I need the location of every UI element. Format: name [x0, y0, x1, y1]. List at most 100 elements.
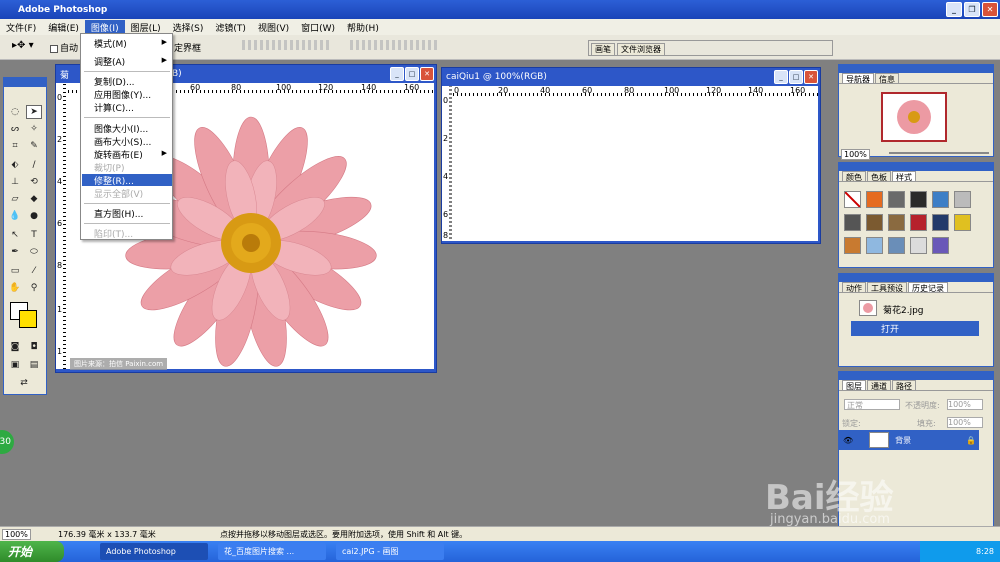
menu-item-adjust[interactable]: 调整(A): [94, 55, 125, 68]
paint-bucket-icon[interactable]: ◆: [26, 192, 42, 206]
healing-brush-icon[interactable]: ⬖: [7, 158, 23, 172]
slice-tool-icon[interactable]: ✎: [26, 139, 42, 153]
restore-button[interactable]: ❐: [964, 2, 980, 17]
lasso-tool-icon[interactable]: ᔕ: [7, 122, 23, 136]
style-swatch[interactable]: [888, 191, 905, 208]
path-select-icon[interactable]: ↖: [7, 228, 23, 242]
menu-item-rotate-canvas[interactable]: 旋转画布(E): [94, 148, 143, 161]
start-button[interactable]: 开始: [0, 541, 64, 562]
clone-stamp-icon[interactable]: ⊥: [7, 175, 23, 189]
crop-tool-icon[interactable]: ⌗: [7, 139, 23, 153]
doc2-maximize-button[interactable]: □: [789, 70, 803, 84]
zoom-tool-icon[interactable]: ⚲: [26, 281, 42, 295]
tab-layers[interactable]: 图层: [842, 380, 866, 391]
move-tool-icon[interactable]: ➤: [26, 105, 42, 119]
background-color[interactable]: [19, 310, 37, 328]
opacity-field[interactable]: 100%: [947, 399, 983, 410]
style-swatch[interactable]: [888, 214, 905, 231]
menu-item-calculations[interactable]: 计算(C)...: [94, 101, 134, 114]
standard-mode-icon[interactable]: ◙: [7, 340, 23, 354]
doc1-maximize-button[interactable]: □: [405, 67, 419, 81]
history-brush-icon[interactable]: ⟲: [26, 175, 42, 189]
task-photoshop[interactable]: Adobe Photoshop: [100, 543, 208, 560]
style-swatch[interactable]: [888, 237, 905, 254]
pen-tool-icon[interactable]: ✒: [7, 245, 23, 259]
menu-edit[interactable]: 编辑(E): [42, 20, 85, 35]
doc1-minimize-button[interactable]: _: [390, 67, 404, 81]
jump-to-imageready-icon[interactable]: ⇄: [16, 376, 32, 390]
dodge-tool-icon[interactable]: ●: [26, 209, 42, 223]
style-swatch[interactable]: [844, 214, 861, 231]
layer-name[interactable]: 背景: [895, 435, 911, 446]
style-swatch[interactable]: [954, 214, 971, 231]
menu-help[interactable]: 帮助(H): [341, 20, 385, 35]
doc2-canvas[interactable]: [452, 96, 818, 241]
tab-styles[interactable]: 样式: [892, 171, 916, 182]
style-swatch[interactable]: [910, 237, 927, 254]
menu-item-image-size[interactable]: 图像大小(I)...: [94, 122, 148, 135]
marquee-tool-icon[interactable]: ◌: [7, 105, 23, 119]
style-swatch[interactable]: [910, 191, 927, 208]
hand-tool-icon[interactable]: ✋: [7, 281, 23, 295]
doc1-close-button[interactable]: ✕: [420, 67, 434, 81]
menu-item-apply-image[interactable]: 应用图像(Y)...: [94, 88, 151, 101]
menu-item-mode[interactable]: 模式(M): [94, 37, 127, 50]
menu-item-histogram[interactable]: 直方图(H)...: [94, 207, 143, 220]
menu-select[interactable]: 选择(S): [167, 20, 210, 35]
fullscreen-mode-icon[interactable]: ▤: [26, 358, 42, 372]
menu-file[interactable]: 文件(F): [0, 20, 42, 35]
tab-history[interactable]: 历史记录: [908, 282, 948, 293]
menu-item-trim[interactable]: 修整(R)...: [82, 174, 172, 187]
quickmask-mode-icon[interactable]: ◘: [26, 340, 42, 354]
menu-item-duplicate[interactable]: 复制(D)...: [94, 75, 135, 88]
tab-actions[interactable]: 动作: [842, 282, 866, 293]
style-swatch[interactable]: [866, 214, 883, 231]
tab-navigator[interactable]: 导航器: [842, 73, 874, 84]
tab-paths[interactable]: 路径: [892, 380, 916, 391]
style-swatch[interactable]: [910, 214, 927, 231]
menu-window[interactable]: 窗口(W): [295, 20, 341, 35]
style-swatch[interactable]: [932, 237, 949, 254]
task-paint[interactable]: cai2.JPG - 画图: [336, 543, 444, 560]
brush-tool-icon[interactable]: ∕: [26, 158, 42, 172]
tab-channels[interactable]: 通道: [867, 380, 891, 391]
task-baidu-search[interactable]: 花_百度图片搜索 ...: [218, 543, 326, 560]
history-snapshot-name[interactable]: 菊花2.jpg: [883, 303, 924, 316]
auto-select-checkbox[interactable]: 自动: [50, 41, 78, 54]
blend-mode-select[interactable]: 正常: [844, 399, 900, 410]
screen-mode-icon[interactable]: ▣: [7, 358, 23, 372]
fill-field[interactable]: 100%: [947, 417, 983, 428]
navigator-zoom-field[interactable]: 100%: [841, 149, 870, 160]
style-swatch[interactable]: [954, 191, 971, 208]
layer-row-background[interactable]: 👁 背景 🔒: [839, 430, 979, 450]
document-window-2[interactable]: caiQiu1 @ 100%(RGB) _ □ ✕ 0 20 40 60 80 …: [441, 67, 821, 244]
eyedropper-icon[interactable]: ⁄: [26, 264, 42, 278]
doc2-minimize-button[interactable]: _: [774, 70, 788, 84]
tab-color[interactable]: 颜色: [842, 171, 866, 182]
status-zoom-field[interactable]: 100%: [2, 529, 31, 540]
menu-view[interactable]: 视图(V): [252, 20, 295, 35]
well-brushes-tab[interactable]: 画笔: [591, 43, 615, 55]
menu-item-crop[interactable]: 裁切(P): [94, 161, 124, 174]
style-swatch[interactable]: [866, 191, 883, 208]
notes-tool-icon[interactable]: ▭: [7, 264, 23, 278]
minimize-button[interactable]: _: [946, 2, 962, 17]
menu-item-trap[interactable]: 陷印(T)...: [94, 227, 133, 240]
blur-tool-icon[interactable]: 💧: [7, 209, 23, 223]
style-swatch[interactable]: [866, 237, 883, 254]
menu-item-canvas-size[interactable]: 画布大小(S)...: [94, 135, 151, 148]
bounding-box-label[interactable]: 定界框: [174, 41, 201, 54]
style-none[interactable]: [844, 191, 861, 208]
eraser-tool-icon[interactable]: ▱: [7, 192, 23, 206]
well-file-browser-tab[interactable]: 文件浏览器: [617, 43, 665, 55]
style-swatch[interactable]: [932, 214, 949, 231]
tab-tool-presets[interactable]: 工具预设: [867, 282, 907, 293]
style-swatch[interactable]: [932, 191, 949, 208]
shape-tool-icon[interactable]: ⬭: [26, 245, 42, 259]
type-tool-icon[interactable]: T: [26, 228, 42, 242]
move-tool-preset-icon[interactable]: ▸✥ ▾: [12, 40, 34, 51]
style-swatch[interactable]: [844, 237, 861, 254]
magic-wand-icon[interactable]: ✧: [26, 122, 42, 136]
tab-info[interactable]: 信息: [875, 73, 899, 84]
navigator-zoom-slider[interactable]: [889, 152, 989, 154]
